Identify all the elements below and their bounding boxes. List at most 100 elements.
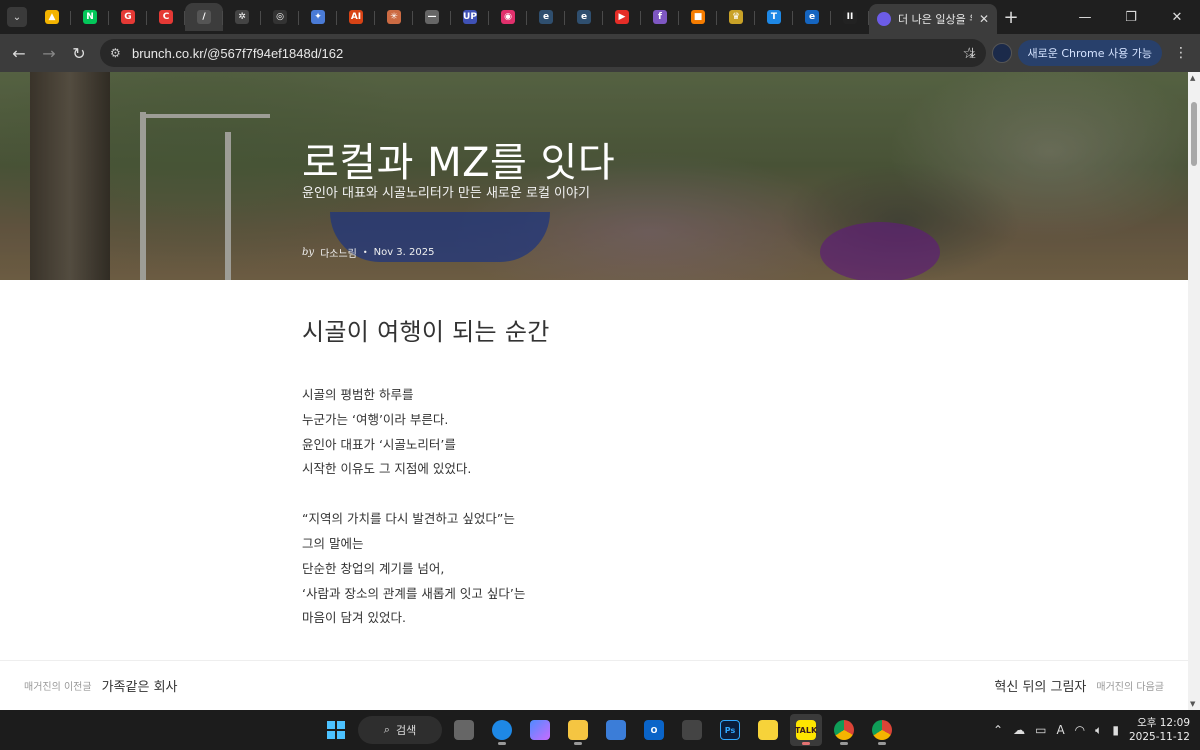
- close-tab-icon[interactable]: ✕: [979, 12, 989, 26]
- browser-tab[interactable]: C: [147, 3, 185, 31]
- copilot-app[interactable]: [524, 714, 556, 746]
- active-tab[interactable]: 더 나은 일상을 위 ✕: [869, 4, 997, 34]
- forward-button[interactable]: →: [34, 38, 64, 68]
- prev-title[interactable]: 가족같은 회사: [102, 676, 178, 695]
- app-g-icon: G: [121, 10, 135, 24]
- chrome-app[interactable]: [828, 714, 860, 746]
- new-tab-button[interactable]: +: [997, 7, 1025, 28]
- active-tab-title: 더 나은 일상을 위: [898, 13, 972, 26]
- prev-article-link[interactable]: 매거진의 이전글 가족같은 회사: [24, 676, 178, 695]
- browser-tab[interactable]: G: [109, 3, 147, 31]
- browser-tab[interactable]: e: [565, 3, 603, 31]
- page-scrollbar[interactable]: ▲ ▼: [1188, 72, 1200, 710]
- security-icon[interactable]: ☁: [1013, 723, 1025, 737]
- volume-icon[interactable]: 🔈︎: [1095, 723, 1102, 738]
- toolbar-right: ⤓ 새로운 Chrome 사용 가능 ⋮: [960, 34, 1200, 72]
- file-explorer-app[interactable]: [562, 714, 594, 746]
- store-app[interactable]: [600, 714, 632, 746]
- edge-app[interactable]: [486, 714, 518, 746]
- browser-tab[interactable]: T: [755, 3, 793, 31]
- publish-date: Nov 3. 2025: [373, 247, 435, 258]
- search-icon: ⌕: [383, 723, 390, 736]
- url-text[interactable]: brunch.co.kr/@567f7f94ef1848d/162: [132, 46, 963, 61]
- chevron-up-icon[interactable]: ⌃: [993, 723, 1003, 737]
- download-icon[interactable]: ⤓: [960, 40, 986, 66]
- close-window-icon[interactable]: ✕: [1154, 0, 1200, 34]
- browser-tab[interactable]: —: [413, 3, 451, 31]
- browser-tab[interactable]: ✦: [299, 3, 337, 31]
- sticky-notes-icon: [758, 720, 778, 740]
- app-dash-icon: —: [425, 10, 439, 24]
- address-bar[interactable]: ⚙ brunch.co.kr/@567f7f94ef1848d/162 ☆: [100, 39, 986, 67]
- start-button[interactable]: [320, 714, 352, 746]
- scrollbar-thumb[interactable]: [1191, 102, 1197, 166]
- system-tray: ⌃ ☁ ▭ A ◠ 🔈︎ ▮ 오후 12:09 2025-11-12: [993, 710, 1190, 750]
- browser-tab[interactable]: e: [793, 3, 831, 31]
- author-link[interactable]: 다소느림: [320, 245, 357, 260]
- outlook-app[interactable]: O: [638, 714, 670, 746]
- browser-tab[interactable]: ♛: [717, 3, 755, 31]
- browser-tab[interactable]: ◉: [489, 3, 527, 31]
- paragraph-line: 윤인아 대표가 ‘시골노리터’를: [302, 436, 456, 452]
- byline: by 다소느림 • Nov 3. 2025: [302, 245, 434, 260]
- clock[interactable]: 오후 12:09 2025-11-12: [1129, 716, 1190, 744]
- paragraph-line: 누군가는 ‘여행’이라 부른다.: [302, 411, 449, 427]
- browser-tab[interactable]: /: [185, 3, 223, 31]
- browser-tab[interactable]: II: [831, 3, 869, 31]
- browser-tab[interactable]: ■: [679, 3, 717, 31]
- back-button[interactable]: ←: [4, 38, 34, 68]
- site-settings-icon[interactable]: ⚙: [110, 46, 132, 60]
- photoshop-icon: Ps: [720, 720, 740, 740]
- browser-tab[interactable]: ◎: [261, 3, 299, 31]
- browser-tab[interactable]: f: [641, 3, 679, 31]
- browser-tab[interactable]: e: [527, 3, 565, 31]
- tab-strip: ⌄ ▲ N G C / ✲ ◎ ✦ AI ✳ — UP ◉ e e ▶ f ■ ♛ Te II 더 나은 일상을 위 ✕…: [0, 0, 1200, 34]
- reload-button[interactable]: ↻: [64, 38, 94, 68]
- article-title: 로컬과 MZ를 잇다: [302, 140, 616, 186]
- more-menu-icon[interactable]: ⋮: [1168, 40, 1194, 66]
- profile-avatar[interactable]: [991, 43, 1012, 63]
- youtube-icon: ▶: [615, 10, 629, 24]
- scroll-down-icon[interactable]: ▼: [1190, 700, 1195, 708]
- chrome-profile-app[interactable]: [866, 714, 898, 746]
- running-indicator: [878, 742, 886, 745]
- browser-tab[interactable]: ▶: [603, 3, 641, 31]
- windows-taskbar: ⌕ 검색 O Ps TALK ⌃ ☁ ▭ A ◠ 🔈︎ ▮ 오후 12:09 2…: [0, 710, 1200, 750]
- paragraph-line: 시골의 평범한 하루를: [302, 387, 414, 402]
- kakaotalk-app[interactable]: TALK: [790, 714, 822, 746]
- taskbar-search[interactable]: ⌕ 검색: [358, 716, 442, 744]
- arrow-left-icon: ←: [12, 43, 26, 63]
- task-view-button[interactable]: [448, 714, 480, 746]
- app-t-icon: T: [767, 10, 781, 24]
- browser-tab[interactable]: N: [71, 3, 109, 31]
- minimize-icon[interactable]: —: [1062, 0, 1108, 34]
- paragraph-line: “지역의 가치를 다시 발견하고 싶었다”는: [302, 511, 515, 527]
- tab-search-button[interactable]: ⌄: [7, 7, 27, 27]
- next-article-link[interactable]: 혁신 뒤의 그림자 매거진의 다음글: [994, 676, 1164, 695]
- browser-tab[interactable]: UP: [451, 3, 489, 31]
- running-indicator: [840, 742, 848, 745]
- next-title[interactable]: 혁신 뒤의 그림자: [994, 676, 1086, 695]
- app-e2-icon: e: [577, 10, 591, 24]
- photoshop-app[interactable]: Ps: [714, 714, 746, 746]
- scroll-up-icon[interactable]: ▲: [1190, 74, 1195, 82]
- terminal-app[interactable]: [676, 714, 708, 746]
- openai-icon: ✲: [235, 10, 249, 24]
- chrome-update-button[interactable]: 새로운 Chrome 사용 가능: [1017, 40, 1162, 66]
- wifi-icon[interactable]: ◠: [1075, 723, 1085, 737]
- browser-tab[interactable]: ✲: [223, 3, 261, 31]
- browser-tab[interactable]: ✳: [375, 3, 413, 31]
- paragraph-line: 단순한 창업의 계기를 넘어,: [302, 560, 445, 576]
- clock-date: 2025-11-12: [1128, 731, 1190, 743]
- display-icon[interactable]: ▭: [1035, 723, 1046, 737]
- browser-tab[interactable]: AI: [337, 3, 375, 31]
- taskbar-apps: ⌕ 검색 O Ps TALK: [320, 710, 898, 750]
- restore-icon[interactable]: ❐: [1108, 0, 1154, 34]
- browser-tab[interactable]: ▲: [33, 3, 71, 31]
- ime-icon[interactable]: A: [1056, 723, 1064, 737]
- chrome-icon: [834, 720, 854, 740]
- sticky-notes-app[interactable]: [752, 714, 784, 746]
- battery-icon[interactable]: ▮: [1112, 723, 1119, 737]
- app-ii-icon: II: [843, 10, 857, 24]
- app-f-icon: f: [653, 10, 667, 24]
